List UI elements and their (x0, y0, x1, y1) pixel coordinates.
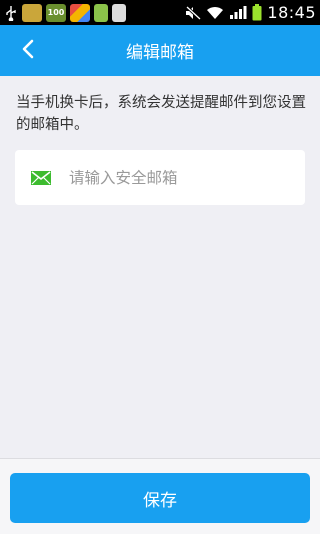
notification-100-icon: 100 (46, 3, 66, 22)
notification-icons: 100 (4, 0, 126, 25)
usb-icon (4, 4, 18, 22)
battery-icon (252, 4, 262, 22)
wifi-icon (206, 4, 224, 22)
clock: 18:45 (267, 3, 316, 22)
title-bar: 编辑邮箱 (0, 25, 320, 76)
signal-icon (229, 4, 247, 22)
edit-email-screen: 100 18:45 编辑邮箱 当手机换卡后，系统会发送提醒邮件到您设置的邮箱中。… (0, 0, 320, 534)
sd-card-icon (112, 3, 126, 22)
back-button[interactable] (8, 25, 48, 76)
email-input[interactable] (69, 157, 299, 198)
system-icons: 18:45 (185, 0, 316, 25)
page-title: 编辑邮箱 (126, 43, 194, 63)
email-input-card[interactable] (15, 150, 305, 205)
mail-icon (31, 170, 51, 185)
save-button[interactable]: 保存 (10, 473, 310, 523)
android-icon (94, 3, 108, 22)
hint-text: 当手机换卡后，系统会发送提醒邮件到您设置的邮箱中。 (16, 95, 306, 133)
notification-app-icon (22, 3, 42, 22)
mute-icon (185, 4, 202, 22)
status-bar: 100 18:45 (0, 0, 320, 25)
notification-app-icon (70, 3, 90, 22)
chevron-left-icon (21, 39, 35, 63)
